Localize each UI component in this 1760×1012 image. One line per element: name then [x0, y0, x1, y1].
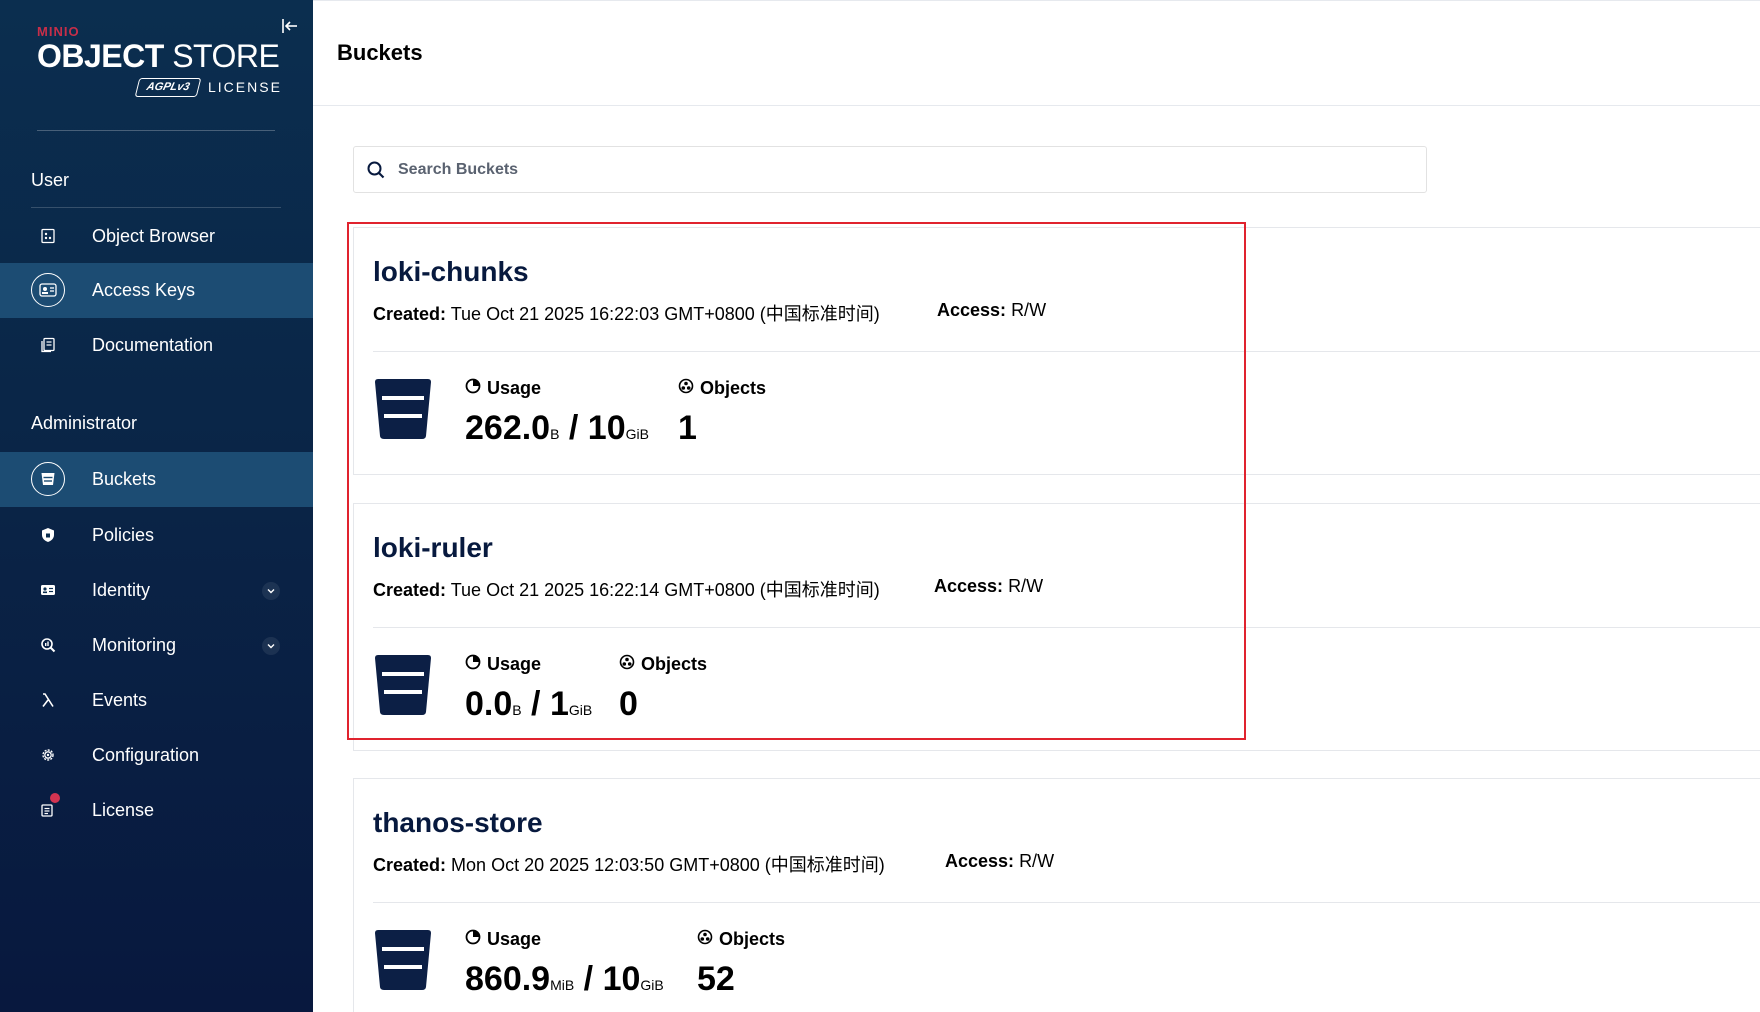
bucket-created: Created: Tue Oct 21 2025 16:22:14 GMT+08…: [373, 580, 880, 600]
card-divider: [373, 351, 1760, 352]
sidebar-item-documentation[interactable]: Documentation: [0, 318, 313, 373]
search-icon: [366, 160, 386, 180]
bucket-icon: [31, 462, 65, 496]
bucket-card[interactable]: loki-ruler Created: Tue Oct 21 2025 16:2…: [353, 503, 1760, 751]
objects-label: Objects: [700, 378, 767, 398]
pie-chart-icon: [465, 378, 487, 399]
sidebar-item-label: Documentation: [92, 335, 214, 355]
bucket-icon: [373, 378, 433, 440]
objects-value: 1: [678, 409, 697, 447]
sidebar-item-label: Object Browser: [92, 226, 216, 246]
objects-icon: [619, 654, 641, 675]
sidebar-item-label: Identity: [92, 580, 151, 600]
sidebar-item-buckets[interactable]: Buckets: [0, 452, 313, 507]
notification-dot: [50, 793, 60, 803]
usage-label: Usage: [487, 654, 542, 674]
sidebar-item-monitoring[interactable]: Monitoring: [0, 618, 313, 673]
chevron-down-icon[interactable]: [262, 637, 280, 655]
section-divider: [31, 207, 281, 208]
usage-value: 860.9MiB / 10GiB: [465, 960, 664, 998]
brand-license-text: LICENSE: [208, 79, 282, 95]
search-bar: [353, 146, 1427, 193]
objects-icon: [697, 929, 719, 950]
usage-stat: Usage 262.0B / 10GiB: [465, 378, 649, 448]
sidebar-item-license[interactable]: License: [0, 783, 313, 838]
section-label-administrator: Administrator: [31, 413, 138, 433]
objects-label: Objects: [719, 929, 786, 949]
usage-value: 0.0B / 1GiB: [465, 685, 593, 723]
brand-minio-text: MINIO: [37, 24, 80, 39]
bucket-name[interactable]: loki-chunks: [373, 256, 529, 288]
documentation-icon: [31, 328, 65, 362]
bucket-access: Access: R/W: [934, 576, 1044, 596]
usage-value: 262.0B / 10GiB: [465, 409, 649, 447]
sidebar-item-object-browser[interactable]: Object Browser: [0, 209, 313, 264]
top-border: [313, 0, 1760, 1]
lambda-icon: [31, 683, 65, 717]
bucket-access: Access: R/W: [945, 851, 1055, 871]
magnifier-chart-icon: [31, 628, 65, 662]
objects-icon: [678, 378, 700, 399]
objects-value: 0: [619, 685, 638, 723]
shield-icon: [31, 518, 65, 552]
sidebar-item-policies[interactable]: Policies: [0, 508, 313, 563]
header-divider: [313, 105, 1760, 106]
sidebar-item-label: Configuration: [92, 745, 200, 765]
brand-logo[interactable]: MINIO OBJECT STORE AGPLv3 LICENSE: [37, 22, 287, 102]
sidebar-item-label: Events: [92, 690, 148, 710]
objects-label: Objects: [641, 654, 708, 674]
brand-divider: [37, 130, 275, 131]
sidebar-item-events[interactable]: Events: [0, 673, 313, 728]
usage-label: Usage: [487, 378, 542, 398]
usage-stat: Usage 860.9MiB / 10GiB: [465, 929, 664, 999]
bucket-icon: [373, 929, 433, 991]
gear-icon: [31, 738, 65, 772]
sidebar-item-label: Policies: [92, 525, 155, 545]
pie-chart-icon: [465, 654, 487, 675]
agpl-badge: AGPLv3: [134, 78, 202, 97]
objects-stat: Objects 0: [619, 654, 707, 724]
brand-title: OBJECT STORE: [37, 38, 280, 74]
section-label-user: User: [31, 170, 70, 190]
bucket-card[interactable]: loki-chunks Created: Tue Oct 21 2025 16:…: [353, 227, 1760, 475]
bucket-created: Created: Tue Oct 21 2025 16:22:03 GMT+08…: [373, 304, 880, 324]
pie-chart-icon: [465, 929, 487, 950]
card-divider: [373, 902, 1760, 903]
chevron-down-icon[interactable]: [262, 582, 280, 600]
bucket-name[interactable]: loki-ruler: [373, 532, 493, 564]
sidebar: MINIO OBJECT STORE AGPLv3 LICENSE User O…: [0, 0, 313, 1012]
sidebar-item-identity[interactable]: Identity: [0, 563, 313, 618]
objects-value: 52: [697, 960, 735, 998]
bucket-icon: [373, 654, 433, 716]
sidebar-item-access-keys[interactable]: Access Keys: [0, 263, 313, 318]
access-keys-icon: [31, 273, 65, 307]
sidebar-item-configuration[interactable]: Configuration: [0, 728, 313, 783]
sidebar-item-label: Buckets: [92, 469, 157, 489]
object-browser-icon: [31, 219, 65, 253]
sidebar-item-label: License: [92, 800, 155, 820]
search-input[interactable]: [398, 155, 1398, 185]
usage-label: Usage: [487, 929, 542, 949]
objects-stat: Objects 52: [697, 929, 785, 999]
id-card-icon: [31, 573, 65, 607]
bucket-access: Access: R/W: [937, 300, 1047, 320]
page-title: Buckets: [337, 40, 423, 65]
objects-stat: Objects 1: [678, 378, 766, 448]
bucket-name[interactable]: thanos-store: [373, 807, 543, 839]
usage-stat: Usage 0.0B / 1GiB: [465, 654, 592, 724]
card-divider: [373, 627, 1760, 628]
bucket-card[interactable]: thanos-store Created: Mon Oct 20 2025 12…: [353, 778, 1760, 1012]
collapse-sidebar-icon[interactable]: [280, 16, 300, 36]
bucket-created: Created: Mon Oct 20 2025 12:03:50 GMT+08…: [373, 855, 885, 875]
sidebar-item-label: Access Keys: [92, 280, 196, 300]
sidebar-item-label: Monitoring: [92, 635, 177, 655]
